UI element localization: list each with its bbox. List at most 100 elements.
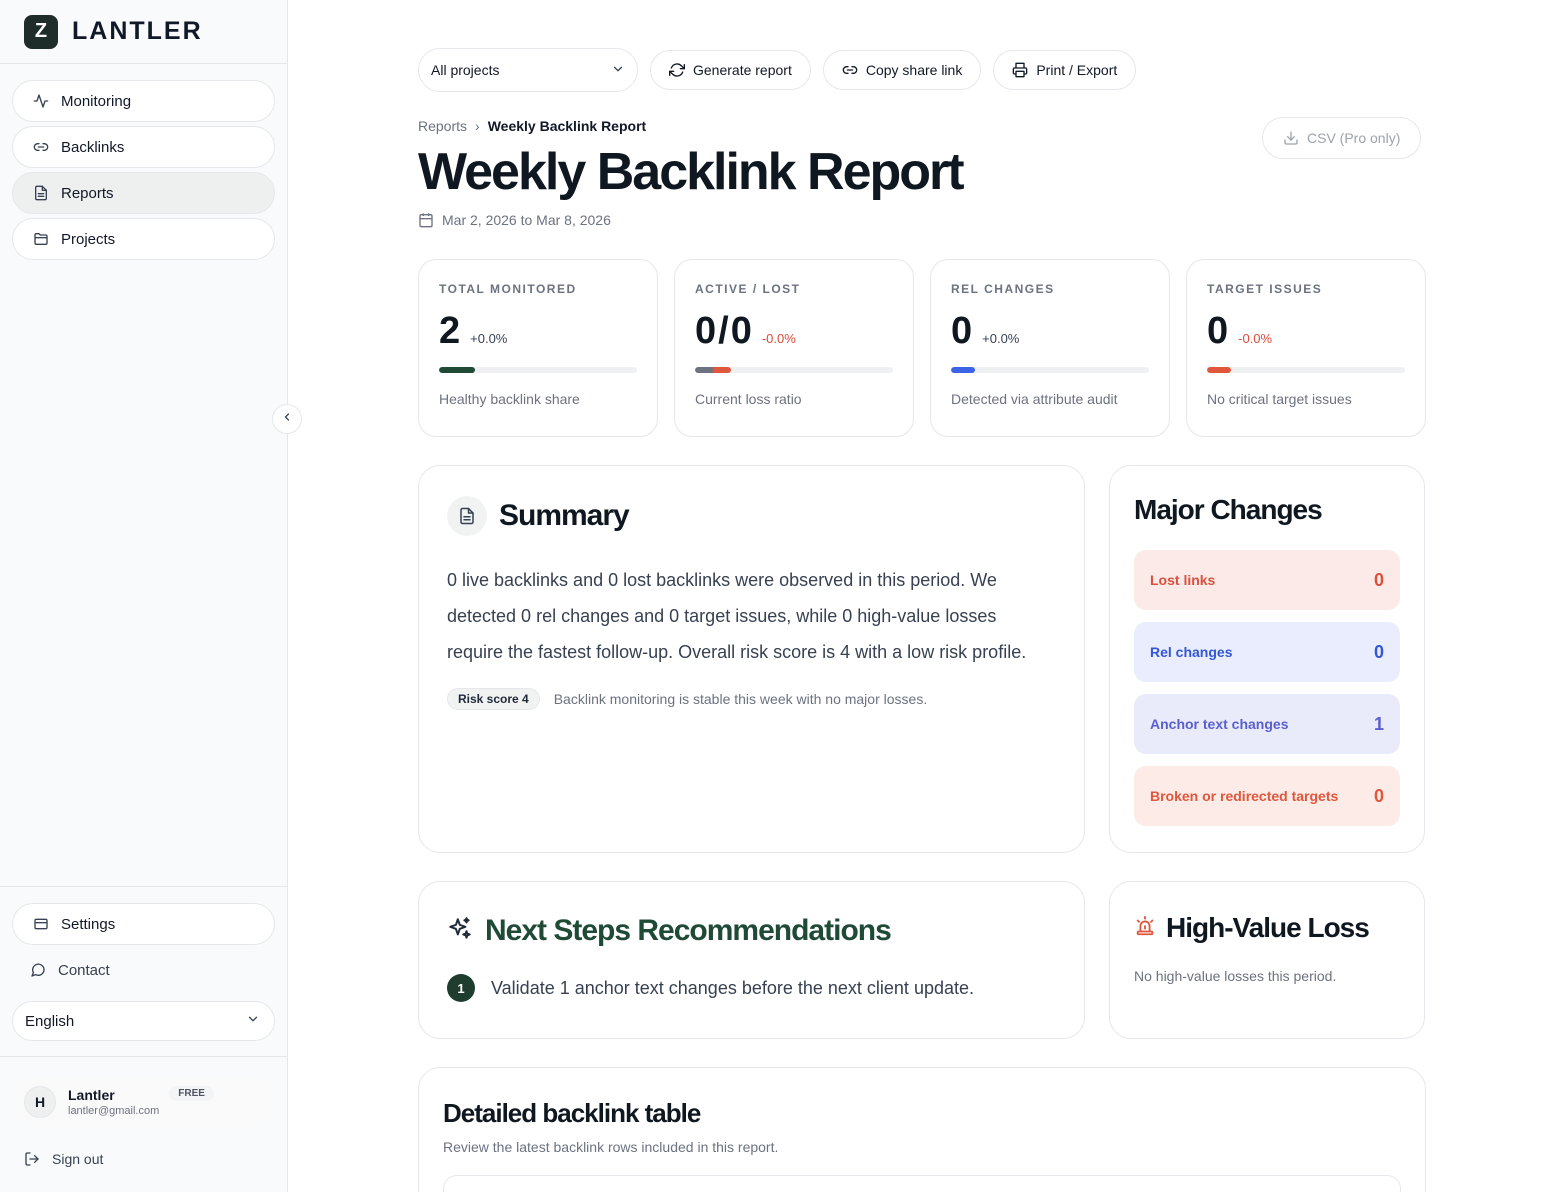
user-card[interactable]: H Lantler lantler@gmail.com FREE: [12, 1075, 275, 1129]
toolbar: All projects Generate report Copy share …: [418, 48, 1137, 92]
major-changes-title: Major Changes: [1134, 494, 1323, 525]
activity-icon: [33, 93, 49, 109]
date-range: Mar 2, 2026 to Mar 8, 2026: [418, 212, 611, 228]
brand-name: LANTLER: [72, 17, 203, 45]
sidebar-item-label: Projects: [61, 230, 116, 248]
stat-delta: +0.0%: [470, 331, 508, 346]
printer-icon: [1012, 62, 1028, 78]
change-item-broken-targets[interactable]: Broken or redirected targets 0: [1134, 766, 1400, 826]
generate-report-label: Generate report: [693, 62, 792, 78]
sidebar-item-reports[interactable]: Reports: [12, 172, 275, 214]
folder-icon: [33, 231, 49, 247]
detail-table-title: Detailed backlink table: [443, 1098, 701, 1128]
change-item-anchor-text[interactable]: Anchor text changes 1: [1134, 694, 1400, 754]
stat-label: REL CHANGES: [951, 282, 1055, 296]
sidebar-item-backlinks[interactable]: Backlinks: [12, 126, 275, 168]
project-select-value: All projects: [431, 62, 500, 78]
user-name: Lantler: [68, 1087, 115, 1103]
language-select[interactable]: English: [12, 1001, 275, 1041]
language-value: English: [25, 1012, 75, 1030]
calendar-icon: [418, 212, 434, 228]
page-title: Weekly Backlink Report: [418, 143, 965, 201]
refresh-icon: [669, 62, 685, 78]
stat-label: TOTAL MONITORED: [439, 282, 577, 296]
stat-progress-bar: [695, 367, 893, 373]
sidebar-item-label: Reports: [61, 184, 114, 202]
breadcrumb: Reports › Weekly Backlink Report: [418, 118, 646, 134]
copy-share-link-label: Copy share link: [865, 62, 963, 78]
next-steps-title: Next Steps Recommendations: [485, 914, 892, 947]
copy-share-link-button[interactable]: Copy share link: [822, 50, 982, 90]
summary-card: Summary 0 live backlinks and 0 lost back…: [418, 465, 1085, 853]
stat-card-active-lost: ACTIVE / LOST 0/0 -0.0% Current loss rat…: [674, 259, 914, 437]
sparkles-icon: [447, 916, 473, 947]
collapse-sidebar-button[interactable]: [272, 404, 302, 434]
chevron-left-icon: [281, 410, 293, 428]
sidebar-item-settings[interactable]: Settings: [12, 903, 275, 945]
contact-link[interactable]: Contact: [12, 949, 275, 991]
print-export-label: Print / Export: [1036, 62, 1118, 78]
stat-progress-fill: [439, 367, 475, 373]
stat-progress-bar: [439, 367, 637, 373]
sidebar-item-label: Backlinks: [61, 138, 125, 156]
detail-table-subtitle: Review the latest backlink rows included…: [443, 1139, 779, 1155]
logout-icon: [24, 1151, 40, 1167]
chevron-down-icon: [246, 1012, 260, 1030]
stat-label: TARGET ISSUES: [1207, 282, 1323, 296]
sidebar-item-projects[interactable]: Projects: [12, 218, 275, 260]
stat-value: 0: [1207, 310, 1231, 352]
link-icon: [33, 139, 49, 155]
high-value-loss-title: High-Value Loss: [1166, 912, 1370, 943]
change-item-lost-links[interactable]: Lost links 0: [1134, 550, 1400, 610]
stat-progress-bar: [1207, 367, 1405, 373]
stat-cards: TOTAL MONITORED 2 +0.0% Healthy backlink…: [418, 259, 1426, 437]
sidebar-item-monitoring[interactable]: Monitoring: [12, 80, 275, 122]
breadcrumb-separator: ›: [475, 118, 480, 134]
document-icon: [447, 496, 487, 536]
avatar: H: [24, 1086, 56, 1118]
sign-out-button[interactable]: Sign out: [12, 1151, 275, 1167]
download-icon: [1283, 130, 1299, 146]
main-content: All projects Generate report Copy share …: [418, 0, 1428, 1192]
breadcrumb-parent[interactable]: Reports: [418, 118, 467, 134]
next-steps-card: Next Steps Recommendations 1 Validate 1 …: [418, 881, 1085, 1039]
print-export-button[interactable]: Print / Export: [993, 50, 1137, 90]
change-label: Anchor text changes: [1150, 716, 1289, 732]
stat-progress-fill: [695, 367, 731, 373]
change-item-rel-changes[interactable]: Rel changes 0: [1134, 622, 1400, 682]
detail-table-card: Detailed backlink table Review the lates…: [418, 1067, 1426, 1192]
summary-title: Summary: [499, 499, 630, 532]
change-label: Lost links: [1150, 572, 1216, 588]
chevron-down-icon: [611, 62, 625, 79]
sidebar-nav: Monitoring Backlinks Reports Projects: [0, 64, 287, 260]
stat-progress-fill: [1207, 367, 1231, 373]
stat-value: 0/0: [695, 310, 754, 352]
sidebar-bottom: Settings Contact English: [0, 886, 287, 1041]
csv-export-button[interactable]: CSV (Pro only): [1262, 117, 1422, 159]
major-changes-list: Lost links 0 Rel changes 0 Anchor text c…: [1134, 550, 1400, 826]
app-root: Z LANTLER Monitoring Backlinks Reports P…: [0, 0, 1550, 1192]
high-value-loss-card: High-Value Loss No high-value losses thi…: [1109, 881, 1425, 1039]
step-number: 1: [447, 974, 475, 1002]
change-label: Broken or redirected targets: [1150, 788, 1339, 804]
sign-out-label: Sign out: [52, 1151, 104, 1167]
brand[interactable]: Z LANTLER: [0, 0, 287, 64]
major-changes-card: Major Changes Lost links 0 Rel changes 0…: [1109, 465, 1425, 853]
sidebar-item-label: Settings: [61, 915, 116, 933]
change-count: 1: [1373, 713, 1384, 734]
csv-export-label: CSV (Pro only): [1307, 130, 1401, 146]
user-info: Lantler lantler@gmail.com: [68, 1087, 159, 1117]
generate-report-button[interactable]: Generate report: [650, 50, 811, 90]
document-icon: [33, 185, 49, 201]
stat-subtext: Current loss ratio: [695, 391, 802, 407]
brand-logo-icon: Z: [24, 14, 58, 49]
stat-subtext: Healthy backlink share: [439, 391, 580, 407]
user-email: lantler@gmail.com: [68, 1105, 160, 1117]
date-range-text: Mar 2, 2026 to Mar 8, 2026: [442, 212, 611, 228]
change-count: 0: [1373, 641, 1384, 662]
stat-progress-bar: [951, 367, 1149, 373]
stat-value: 0: [951, 310, 975, 352]
next-step-item: 1 Validate 1 anchor text changes before …: [447, 974, 1056, 1002]
stat-delta: -0.0%: [761, 331, 796, 346]
project-select[interactable]: All projects: [418, 48, 638, 92]
